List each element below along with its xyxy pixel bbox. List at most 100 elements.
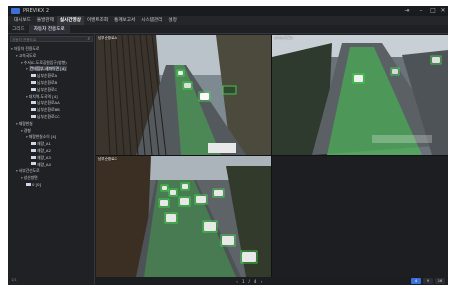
tree-camera-item[interactable]: 남부순환로AA — [31, 100, 60, 106]
camera-icon — [31, 87, 36, 91]
search-input[interactable] — [12, 37, 82, 42]
expand-caret-icon[interactable]: ▾ — [21, 176, 23, 180]
expand-caret-icon[interactable]: ▾ — [26, 67, 28, 71]
search-icon[interactable]: ⌕ — [88, 37, 90, 42]
layout-4-button[interactable]: 4 — [411, 278, 421, 284]
tree-item-label: 재량한실소이 [4] — [28, 134, 57, 140]
video-grid: 남부순환로A 남부순환로B 남부순환로C — [96, 35, 448, 277]
tree-camera-item[interactable]: 재량_A2 — [31, 148, 51, 154]
tree-item-label: 수서IC-도로공원입구(방향) — [23, 59, 67, 65]
title-bar: PREVIKX 2 ⇥ – □ ✕ — [8, 6, 448, 16]
tree-item-label: 재량_A3 — [37, 154, 51, 160]
window-title: PREVIKX 2 — [23, 8, 50, 14]
menu-dashboard[interactable]: 대시보드 — [11, 16, 34, 25]
camera-feed-b — [272, 35, 448, 155]
tree-item-label: 성산방면 — [23, 175, 38, 181]
expand-caret-icon[interactable]: ▾ — [16, 54, 18, 58]
camera-icon — [31, 101, 36, 105]
search-box: ⌕ — [10, 36, 93, 42]
menu-incident-control[interactable]: 돌발관제 — [34, 16, 57, 25]
tree-camera-item[interactable]: 남부순환로BB — [31, 107, 60, 113]
next-page-button[interactable]: › — [258, 279, 264, 284]
main-menu: 대시보드 돌발관제 실시간영상 이벤트조회 통계보고서 시스템관리 설정 — [8, 16, 448, 25]
tree-item-label: 재량_A1 — [37, 141, 51, 147]
camera-icon — [31, 80, 36, 84]
camera-icon — [31, 148, 36, 152]
tree-item-label: 남부순환로B — [37, 80, 58, 85]
tree-item-label: 남부순환로BB — [37, 107, 60, 113]
tree-item-label: 0 [0] — [32, 182, 42, 187]
camera-name-label: 남부순환로C — [98, 157, 118, 161]
tree-item-label: 남부순환로A — [37, 73, 58, 79]
tree-camera-item[interactable]: 남부순환로CC — [31, 114, 60, 120]
video-tile-c[interactable]: 남부순환로C — [96, 156, 271, 277]
tree-folder-item[interactable]: ▾ 컨테움부-세파이면 [4] — [26, 66, 67, 72]
expand-caret-icon[interactable]: ▾ — [21, 61, 23, 65]
tree-item-label: 남부순환로AA — [37, 100, 60, 106]
tree-item-label: 경형 — [23, 127, 31, 133]
camera-icon — [31, 108, 36, 111]
menu-settings[interactable]: 설정 — [165, 16, 179, 25]
tree-page-indicator: 1/1 — [11, 278, 17, 282]
menu-live-video[interactable]: 실시간영상 — [56, 16, 84, 25]
tab-expressway[interactable]: 자동차 전용도로 — [29, 25, 70, 33]
menu-system[interactable]: 시스템관리 — [138, 16, 165, 25]
camera-icon — [31, 142, 36, 145]
tab-grid[interactable]: 그리드 — [8, 25, 30, 33]
tree-folder-item[interactable]: ▾경형 — [21, 128, 31, 134]
camera-tree-panel: ⌕ ▾자동차 전용도로▾고속국도로▾수서IC-도로공원입구(방향)▾컨테움부-세… — [8, 34, 95, 285]
app-logo-icon — [11, 8, 20, 14]
tree-folder-item[interactable]: ▾자동차 전용도로 — [11, 46, 39, 52]
video-tile-b[interactable]: 남부순환로B — [272, 35, 448, 155]
tree-camera-item[interactable]: 재량_A4 — [31, 162, 51, 168]
tree-item-label: 재량한실 — [18, 120, 33, 126]
expand-caret-icon[interactable]: ▾ — [11, 47, 13, 51]
tree-item-label: 대치역-도곡역 [4] — [28, 93, 58, 99]
grid-layout-selector: 4 9 16 — [411, 278, 445, 284]
camera-icon — [31, 162, 36, 166]
pin-icon[interactable]: ⇥ — [400, 6, 414, 16]
video-control-bar: ‹ 1 / 4 › 4 9 16 — [96, 277, 448, 285]
camera-name-label: 남부순환로B — [274, 36, 293, 40]
camera-icon — [31, 155, 36, 159]
expand-caret-icon[interactable]: ▾ — [26, 95, 28, 99]
tree-folder-item[interactable]: ▾재량한실 — [16, 121, 33, 127]
tree-camera-item[interactable]: 재량_A1 — [31, 141, 51, 147]
menu-statistics[interactable]: 통계보고서 — [111, 16, 138, 25]
video-tile-empty[interactable] — [272, 156, 448, 277]
tree-camera-item[interactable]: 0 [0] — [26, 182, 41, 188]
tree-folder-item[interactable]: ▾성산방면 — [21, 175, 38, 181]
tree-camera-item[interactable]: 재량_A3 — [31, 155, 51, 161]
tree-camera-item[interactable]: 남부순환로A — [31, 73, 57, 79]
tree-folder-item[interactable]: ▾서부간선도로 — [16, 168, 40, 174]
camera-icon — [26, 182, 31, 186]
tree-camera-item[interactable]: 남부순환로B — [31, 80, 57, 86]
layout-9-button[interactable]: 9 — [423, 278, 433, 284]
expand-caret-icon[interactable]: ▾ — [26, 135, 28, 139]
camera-icon — [31, 74, 36, 77]
tree-item-label: 고속국도로 — [18, 52, 37, 58]
tree-item-label: 남부순환로C — [37, 86, 58, 92]
tree-folder-item[interactable]: ▾대치역-도곡역 [4] — [26, 94, 58, 100]
camera-feed-c — [96, 156, 271, 277]
tree-item-label: 재량_A4 — [37, 161, 51, 167]
tree-folder-item[interactable]: ▾수서IC-도로공원입구(방향) — [21, 60, 67, 66]
tab-bar: 그리드 자동차 전용도로 — [8, 25, 448, 34]
tree-item-label: 컨테움부-세파이면 [4] — [28, 66, 67, 72]
layout-16-button[interactable]: 16 — [435, 278, 445, 284]
expand-caret-icon[interactable]: ▾ — [16, 122, 18, 126]
video-tile-a[interactable]: 남부순환로A — [96, 35, 271, 155]
expand-caret-icon[interactable]: ▾ — [16, 169, 18, 173]
close-button[interactable]: ✕ — [436, 6, 448, 16]
app-window: PREVIKX 2 ⇥ – □ ✕ 대시보드 돌발관제 실시간영상 이벤트조회 … — [8, 6, 448, 285]
camera-feed-a — [96, 35, 271, 155]
tree-camera-item[interactable]: 남부순환로C — [31, 87, 57, 93]
expand-caret-icon[interactable]: ▾ — [21, 129, 23, 133]
camera-icon — [31, 114, 36, 118]
page-navigator: ‹ 1 / 4 › — [234, 278, 264, 284]
tree-item-label: 재량_A2 — [37, 148, 51, 153]
menu-event-search[interactable]: 이벤트조회 — [84, 16, 111, 25]
tree-item-label: 남부순환로CC — [37, 114, 60, 119]
tree-folder-item[interactable]: ▾고속국도로 — [16, 53, 36, 59]
tree-folder-item[interactable]: ▾재량한실소이 [4] — [26, 134, 56, 140]
